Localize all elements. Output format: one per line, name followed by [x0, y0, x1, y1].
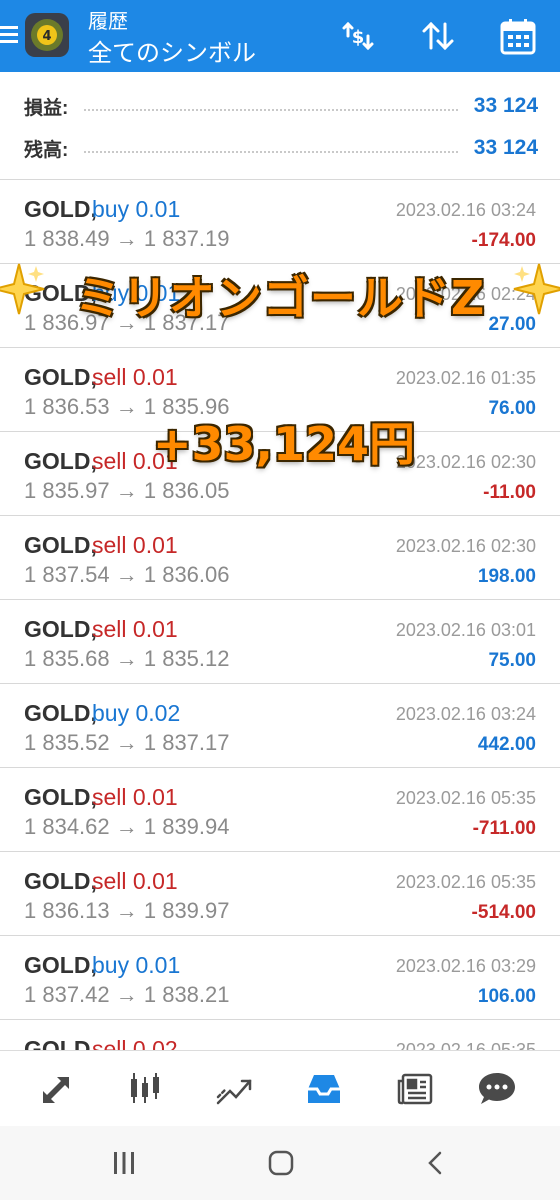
deal-profit: 75.00 — [488, 650, 536, 671]
sparkle-icon — [513, 263, 560, 315]
deal-datetime: 2023.02.16 03:24 — [395, 704, 536, 724]
dotted-leader — [84, 109, 458, 111]
deal-prices: 1 838.49 → 1 837.19 — [24, 226, 230, 251]
deal-datetime: 2023.02.16 03:24 — [395, 200, 536, 220]
deal-profit: 442.00 — [477, 734, 536, 755]
deal-prices: 1 835.68 → 1 835.12 — [24, 646, 230, 671]
deal-side: sell 0.01 — [92, 532, 178, 558]
bottom-tab-bar — [0, 1050, 560, 1126]
deal-datetime: 2023.02.16 02:30 — [395, 536, 536, 556]
deal-symbol: GOLD, — [24, 448, 97, 474]
deal-row[interactable]: GOLD, sell 0.01 1 837.54 → 1 836.06 2023… — [0, 516, 560, 600]
dotted-leader — [84, 151, 458, 153]
deal-symbol: GOLD, — [24, 784, 97, 810]
promo-banner-text: ミリオンゴールドZ — [74, 271, 486, 325]
svg-text:$: $ — [352, 27, 365, 48]
deal-prices: 1 834.62 → 1 839.94 — [24, 814, 230, 839]
deal-side: buy 0.01 — [92, 952, 181, 978]
deal-side: sell 0.01 — [92, 364, 178, 390]
quotes-tab-icon[interactable] — [22, 1061, 92, 1117]
deal-datetime: 2023.02.16 03:29 — [395, 956, 536, 976]
balance-row: 残高: 33 124 — [24, 128, 538, 168]
balance-value: 33 124 — [473, 136, 538, 159]
symbol-filter-icon[interactable]: $ — [336, 14, 380, 58]
system-nav-bar — [0, 1126, 560, 1200]
deal-side: buy 0.01 — [92, 196, 181, 222]
back-icon[interactable] — [406, 1140, 466, 1186]
profit-label: 損益: — [24, 97, 69, 119]
deal-datetime: 2023.02.16 05:35 — [395, 788, 536, 808]
profit-value: 33 124 — [473, 94, 538, 117]
deal-profit: -514.00 — [471, 902, 536, 923]
deal-profit: -11.00 — [483, 482, 536, 503]
deal-symbol: GOLD, — [24, 364, 97, 390]
promo-banner: ミリオンゴールドZ — [0, 252, 560, 338]
deal-datetime: 2023.02.16 05:35 — [395, 872, 536, 892]
sort-icon[interactable] — [416, 14, 460, 58]
deal-profit: 76.00 — [488, 398, 536, 419]
deal-symbol: GOLD, — [24, 616, 97, 642]
calendar-icon[interactable] — [496, 14, 540, 58]
deal-profit: 106.00 — [477, 986, 536, 1007]
page-title: 履歴 — [88, 11, 128, 33]
deal-side: sell 0.01 — [92, 868, 178, 894]
deal-row[interactable]: GOLD, sell 0.01 1 836.13 → 1 839.97 2023… — [0, 852, 560, 936]
deal-prices: 1 837.42 → 1 838.21 — [24, 982, 230, 1007]
deal-datetime: 2023.02.16 03:01 — [395, 620, 536, 640]
deal-side: sell 0.01 — [92, 784, 178, 810]
deal-profit: -711.00 — [472, 818, 536, 839]
profit-row: 損益: 33 124 — [24, 86, 538, 126]
deal-profit: -174.00 — [471, 230, 536, 251]
deal-row[interactable]: GOLD, buy 0.01 1 837.42 → 1 838.21 2023.… — [0, 936, 560, 1020]
deal-prices: 1 836.13 → 1 839.97 — [24, 898, 230, 923]
symbol-filter-title[interactable]: 全てのシンボル — [88, 33, 256, 68]
deal-symbol: GOLD, — [24, 196, 97, 222]
svg-text:4: 4 — [42, 29, 51, 44]
deal-prices: 1 835.52 → 1 837.17 — [24, 730, 230, 755]
deal-symbol: GOLD, — [24, 700, 97, 726]
trade-tab-icon[interactable] — [199, 1061, 269, 1117]
recents-icon[interactable] — [94, 1140, 154, 1186]
home-icon[interactable] — [251, 1140, 311, 1186]
deal-symbol: GOLD, — [24, 952, 97, 978]
history-tab-icon[interactable] — [289, 1061, 359, 1117]
deal-profit: 198.00 — [477, 566, 536, 587]
balance-label: 残高: — [24, 139, 69, 161]
promo-amount: +33,124円 — [152, 417, 416, 471]
deal-symbol: GOLD, — [24, 868, 97, 894]
history-summary: 損益: 33 124 残高: 33 124 — [0, 72, 560, 180]
deal-datetime: 2023.02.16 01:35 — [395, 368, 536, 388]
deal-row[interactable]: GOLD, buy 0.02 1 835.52 → 1 837.17 2023.… — [0, 684, 560, 768]
chart-tab-icon[interactable] — [110, 1061, 180, 1117]
deal-symbol: GOLD, — [24, 532, 97, 558]
deal-prices: 1 835.97 → 1 836.05 — [24, 478, 230, 503]
deal-side: buy 0.02 — [92, 700, 181, 726]
deal-side: sell 0.01 — [92, 616, 178, 642]
app-bar: 4 履歴 全てのシンボル $ — [0, 0, 560, 72]
deal-row[interactable]: GOLD, sell 0.01 1 835.68 → 1 835.12 2023… — [0, 600, 560, 684]
news-tab-icon[interactable] — [380, 1061, 450, 1117]
messages-tab-icon[interactable] — [462, 1061, 532, 1117]
menu-icon[interactable] — [0, 22, 18, 48]
deal-row[interactable]: GOLD, sell 0.01 1 834.62 → 1 839.94 2023… — [0, 768, 560, 852]
deal-prices: 1 837.54 → 1 836.06 — [24, 562, 230, 587]
app-logo: 4 — [24, 12, 70, 58]
